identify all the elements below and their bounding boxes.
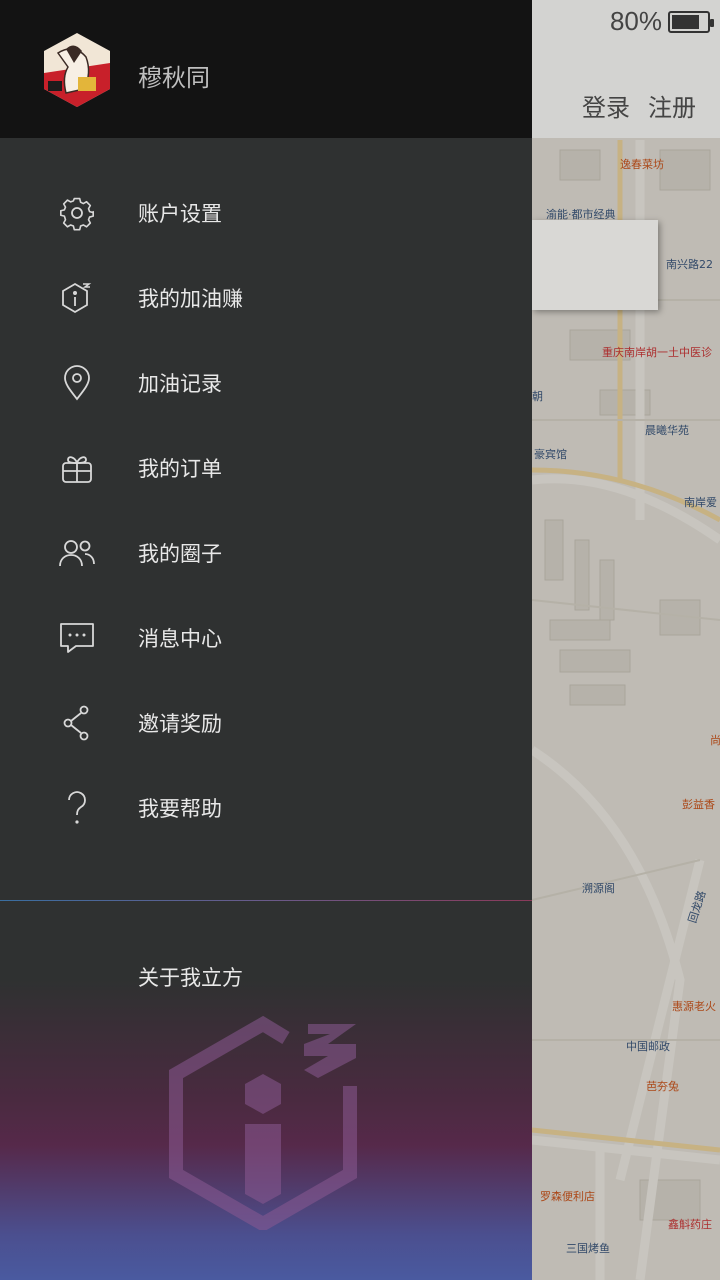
menu-item-my-orders[interactable]: 我的订单	[0, 425, 532, 510]
menu-item-help[interactable]: 我要帮助	[0, 765, 532, 850]
drawer-header: 穆秋同	[0, 0, 532, 138]
question-mark-icon	[57, 788, 97, 828]
menu-item-label: 账户设置	[138, 201, 222, 226]
menu-item-my-fuel-earnings[interactable]: 我的加油赚	[0, 255, 532, 340]
menu-item-label: 邀请奖励	[138, 711, 222, 736]
map-info-window[interactable]	[532, 220, 658, 310]
menu-item-label: 我要帮助	[138, 796, 222, 821]
chat-bubble-icon	[57, 618, 97, 658]
map-top-bar: 80% 登录 注册	[532, 0, 720, 138]
users-icon	[57, 533, 97, 573]
menu-item-message-center[interactable]: 消息中心	[0, 595, 532, 680]
menu-item-my-circle[interactable]: 我的圈子	[0, 510, 532, 595]
status-bar: 80%	[609, 6, 714, 37]
gear-icon	[57, 193, 97, 233]
menu-item-label: 加油记录	[138, 371, 222, 396]
menu-item-label: 消息中心	[138, 626, 222, 651]
auth-links: 登录 注册	[582, 88, 696, 123]
menu-item-label: 我的圈子	[138, 541, 222, 566]
location-pin-icon	[57, 363, 97, 403]
gift-icon	[57, 448, 97, 488]
menu-divider	[0, 900, 532, 901]
menu-item-fuel-records[interactable]: 加油记录	[0, 340, 532, 425]
menu-item-account-settings[interactable]: 账户设置	[0, 170, 532, 255]
battery-icon	[668, 10, 714, 33]
register-button[interactable]: 注册	[648, 88, 696, 123]
battery-percent: 80%	[609, 6, 662, 36]
share-icon	[57, 703, 97, 743]
lifang-logo-icon	[57, 278, 97, 318]
about-link[interactable]: 关于我立方	[138, 962, 243, 992]
avatar[interactable]	[44, 33, 110, 107]
battery-level-fill	[672, 14, 700, 29]
navigation-drawer: 穆秋同 账户设置 我的加油赚 加油记录 我的订单 我的圈子 消息中心 邀请奖励 …	[0, 0, 532, 1280]
username: 穆秋同	[138, 64, 210, 92]
lifang-watermark-logo	[169, 1016, 357, 1230]
login-button[interactable]: 登录	[582, 88, 630, 123]
menu-item-label: 我的订单	[138, 456, 222, 481]
drawer-menu: 账户设置 我的加油赚 加油记录 我的订单 我的圈子 消息中心 邀请奖励 我要帮助	[0, 170, 532, 850]
menu-item-label: 我的加油赚	[138, 286, 243, 311]
menu-item-invite-rewards[interactable]: 邀请奖励	[0, 680, 532, 765]
